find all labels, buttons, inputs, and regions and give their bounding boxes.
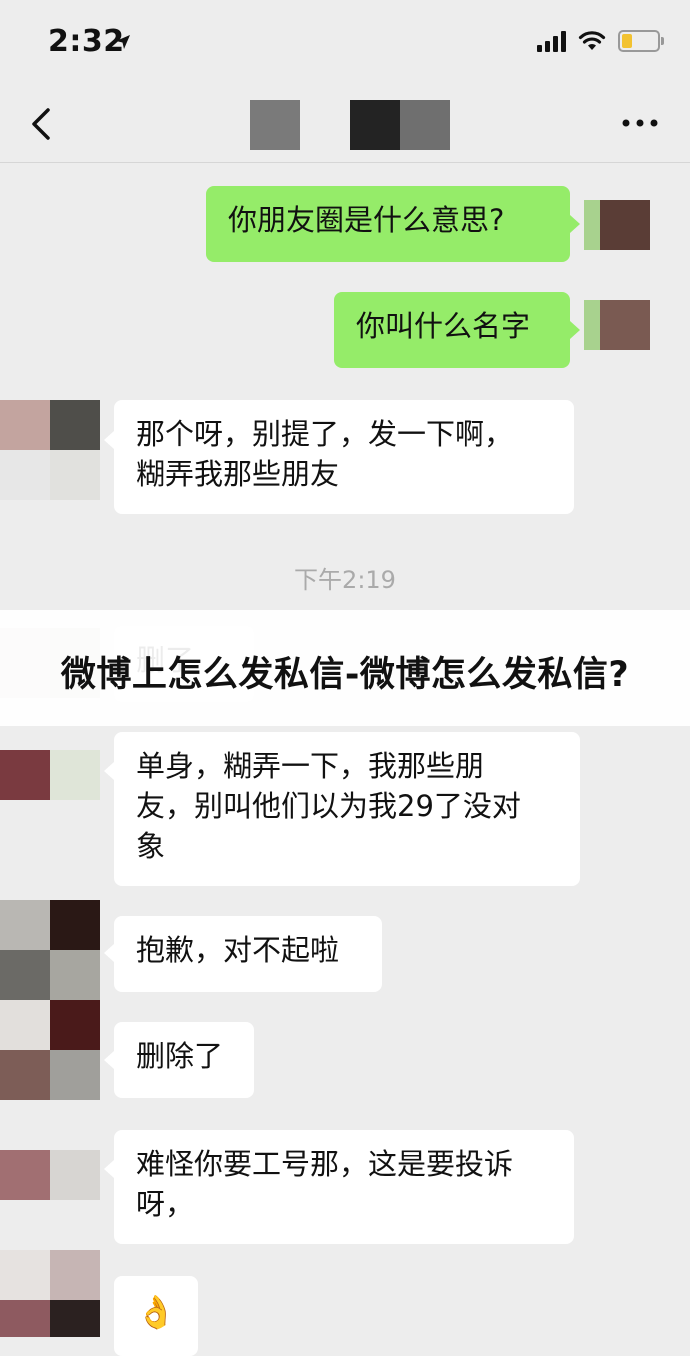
avatar-self[interactable]: [584, 300, 650, 350]
message-bubble-received[interactable]: 单身，糊弄一下，我那些朋 友，别叫他们以为我29了没对 象: [114, 732, 580, 886]
message-bubble-received[interactable]: 抱歉，对不起啦: [114, 916, 382, 992]
message-bubble-sent[interactable]: 你朋友圈是什么意思?: [206, 186, 570, 262]
message-bubble-received[interactable]: 删除了: [114, 1022, 254, 1098]
message-timestamp: 下午2:19: [294, 566, 396, 594]
avatar-self[interactable]: [584, 200, 650, 250]
bubble-tail: [570, 215, 580, 233]
chevron-left-icon[interactable]: [24, 104, 64, 144]
article-title-banner: 微博上怎么发私信-微博怎么发私信?: [0, 610, 690, 726]
message-text-line: 象: [136, 829, 166, 863]
more-dots-icon[interactable]: [620, 108, 660, 138]
cellular-signal-icon: [537, 30, 566, 52]
message-bubble-sent[interactable]: 你叫什么名字: [334, 292, 570, 368]
bubble-tail: [104, 762, 114, 780]
message-text-line: 难怪你要工号那，这是要投诉: [136, 1147, 514, 1181]
message-text: 你叫什么名字: [356, 309, 531, 343]
location-arrow-icon: [116, 35, 130, 49]
avatar-contact[interactable]: [0, 900, 100, 1000]
bubble-tail: [570, 321, 580, 339]
avatar-contact[interactable]: [0, 400, 100, 500]
message-bubble-received[interactable]: 那个呀，别提了，发一下啊， 糊弄我那些朋友: [114, 400, 574, 514]
message-text-line: 那个呀，别提了，发一下啊，: [136, 417, 514, 451]
message-text-line: 糊弄我那些朋友: [136, 457, 340, 491]
chat-header: [0, 88, 690, 163]
message-text-line: 单身，糊弄一下，我那些朋: [136, 749, 485, 783]
wifi-icon: [578, 31, 606, 50]
avatar-contact[interactable]: [0, 1250, 100, 1337]
message-text: 删除了: [136, 1039, 224, 1073]
bubble-tail: [104, 431, 114, 449]
ok-hand-emoji: 👌: [136, 1293, 176, 1331]
message-bubble-received[interactable]: 难怪你要工号那，这是要投诉 呀，: [114, 1130, 574, 1244]
bubble-tail: [104, 1051, 114, 1069]
message-text: 抱歉，对不起啦: [136, 933, 340, 967]
message-text-line: 友，别叫他们以为我29了没对: [136, 789, 521, 823]
message-text-line: 呀，: [136, 1187, 195, 1221]
avatar-contact[interactable]: [0, 750, 100, 800]
bubble-tail: [104, 944, 114, 962]
avatar-contact[interactable]: [0, 1150, 100, 1200]
status-bar: 2:32: [0, 0, 690, 88]
message-text: 你朋友圈是什么意思?: [228, 203, 505, 237]
battery-low-icon: [618, 30, 664, 52]
avatar-contact[interactable]: [0, 1000, 100, 1100]
bubble-tail: [104, 1160, 114, 1178]
article-title: 微博上怎么发私信-微博怎么发私信?: [60, 655, 630, 695]
